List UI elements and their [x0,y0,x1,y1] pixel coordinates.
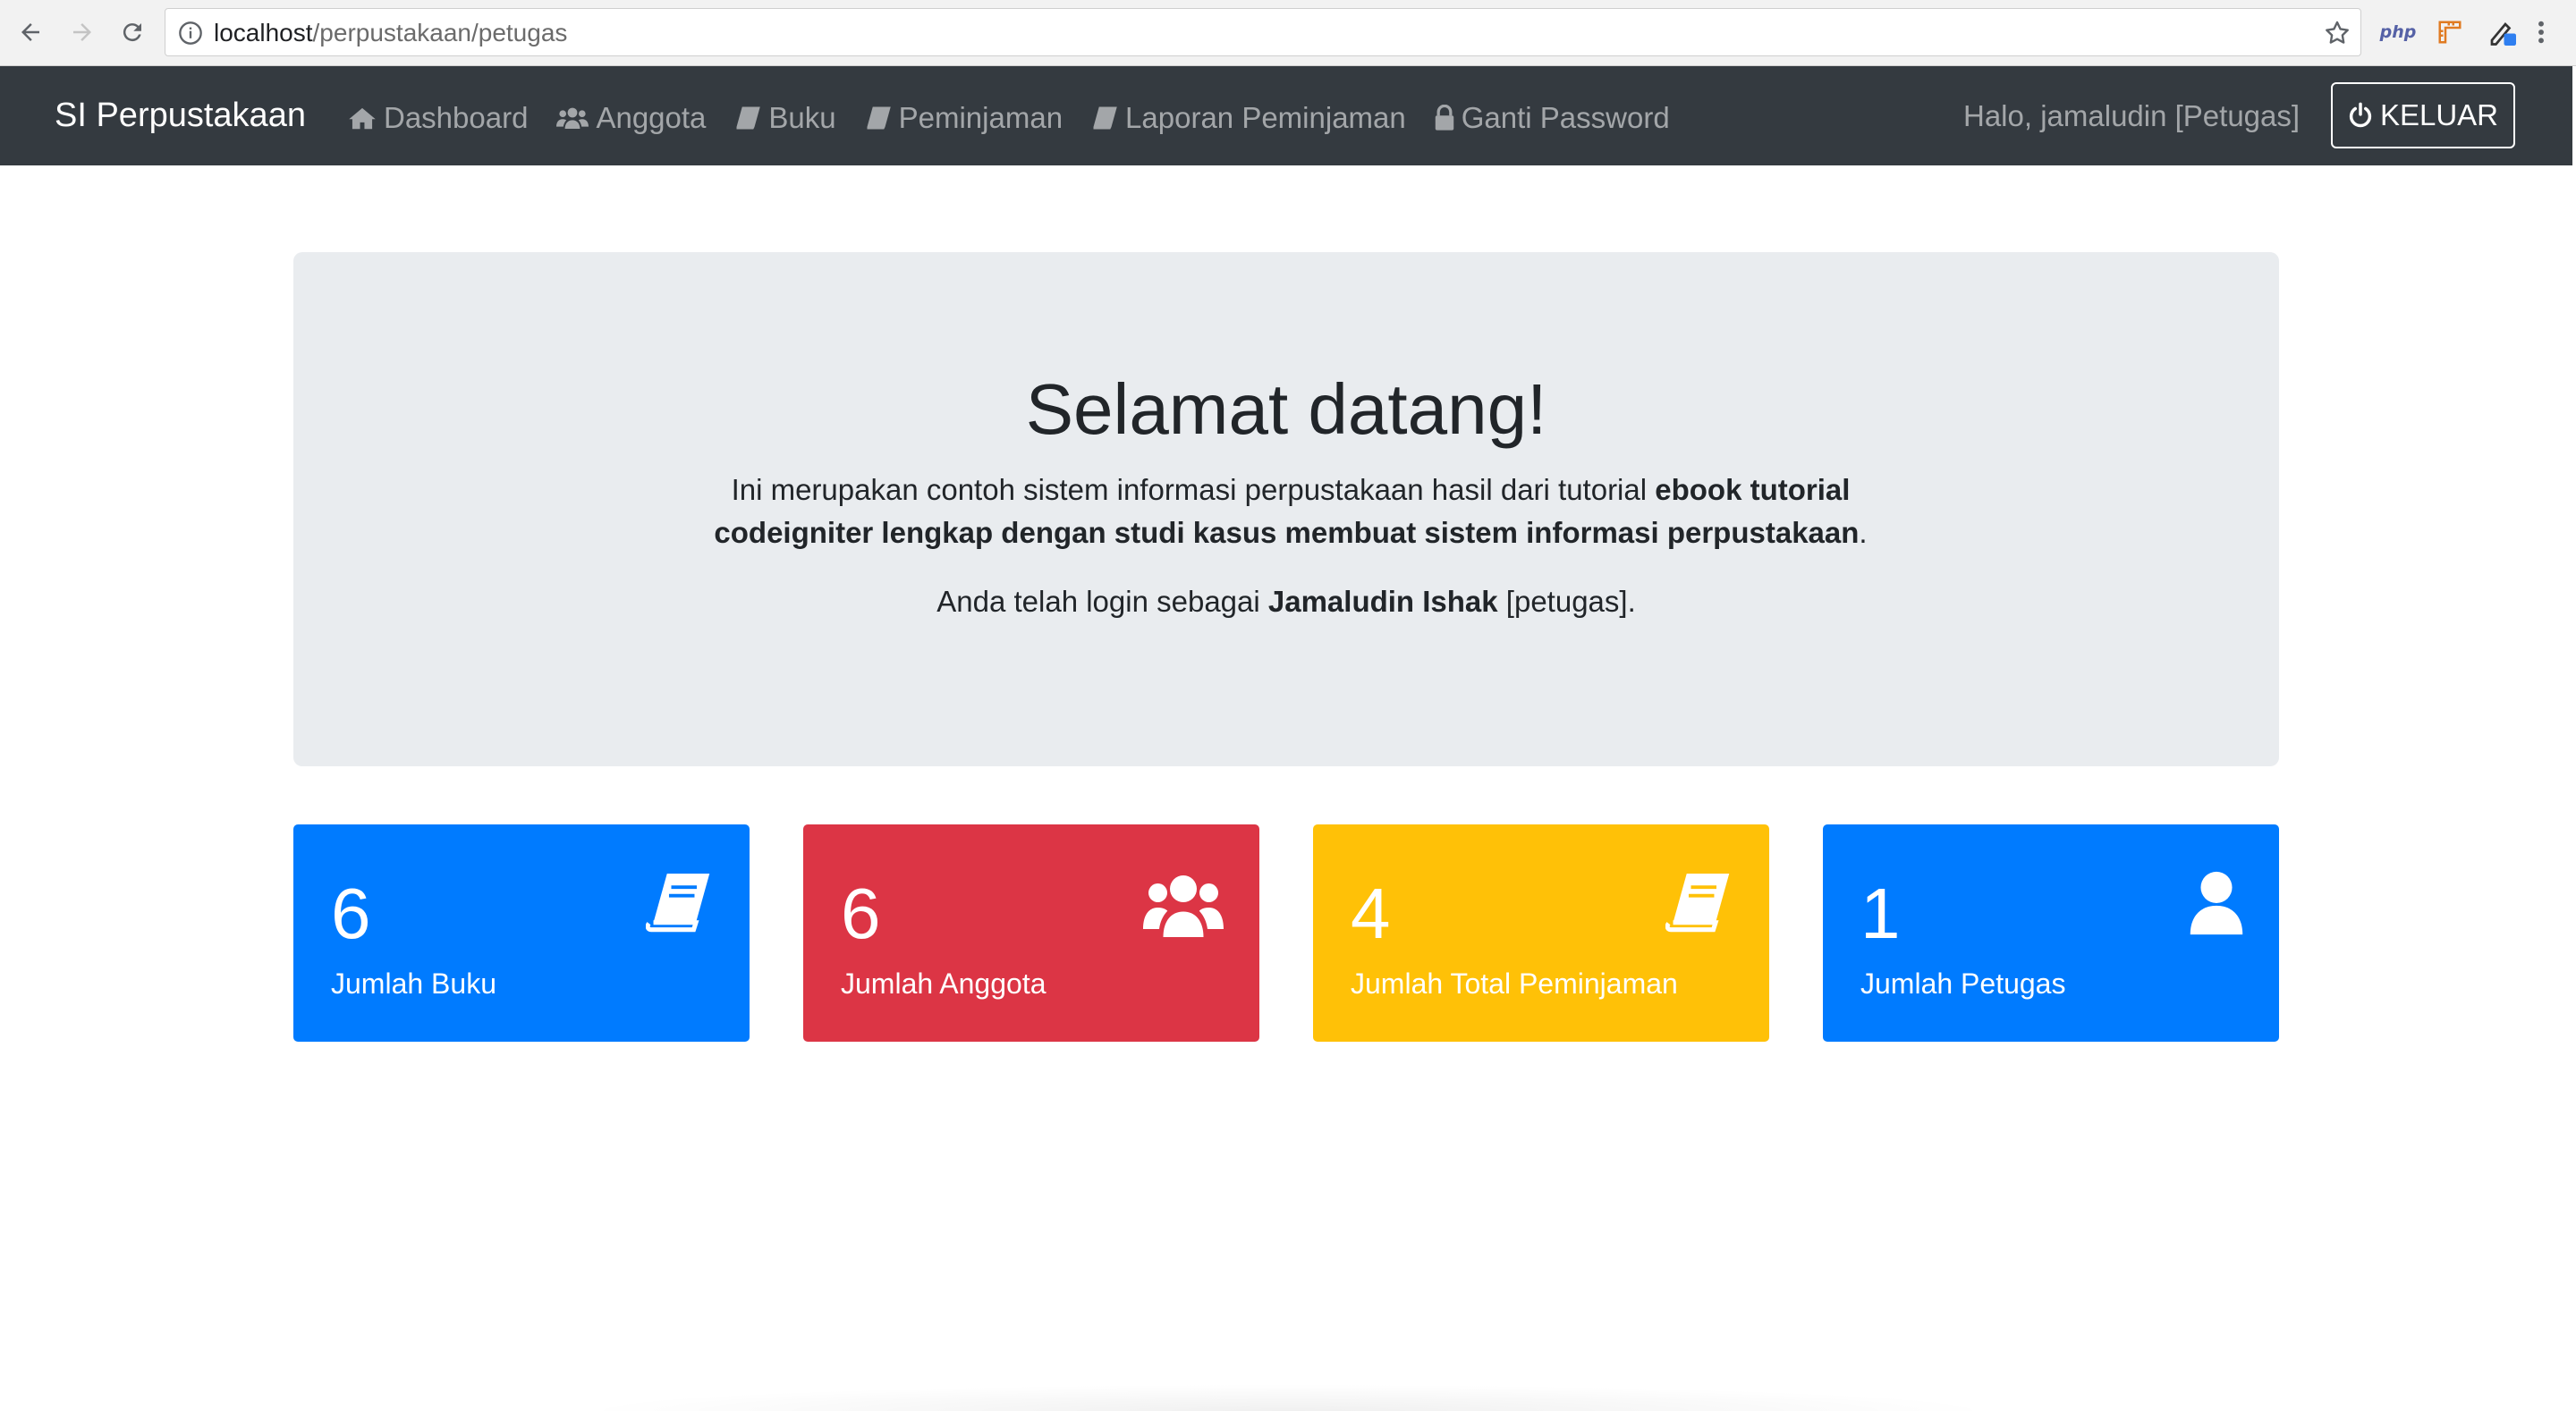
stat-value: 6 [841,874,881,953]
user-greeting: Halo, jamaludin [Petugas] [1963,99,2301,132]
nav-item-label: Buku [768,101,836,134]
reload-icon[interactable] [113,13,152,52]
navbar-menu: Dashboard Anggota Buku Peminjaman Lapora… [348,98,1699,138]
stat-card-peminjaman: 4 Jumlah Total Peminjaman [1313,824,1769,1042]
stat-value: 4 [1351,874,1391,953]
users-icon [1143,875,1224,937]
welcome-jumbotron: Selamat datang! Ini merupakan contoh sis… [293,252,2279,766]
php-extension-icon[interactable]: php [2380,14,2417,50]
nav-item-label: Dashboard [384,101,529,134]
login-name: Jamaludin Ishak [1267,585,1498,618]
stat-label: Jumlah Buku [331,967,496,1000]
book-icon [736,106,761,130]
back-arrow-icon[interactable] [11,13,50,52]
stat-card-buku: 6 Jumlah Buku [293,824,750,1042]
nav-item-ganti-password[interactable]: Ganti Password [1435,100,1670,136]
bookmark-star-icon[interactable] [2323,19,2351,47]
logout-button[interactable]: KELUAR [2331,82,2515,148]
login-prefix: Anda telah login sebagai [936,585,1268,618]
url-path: /perpustakaan/petugas [312,19,568,46]
nav-item-label: Peminjaman [898,101,1063,134]
nav-item-label: Anggota [596,101,707,134]
power-icon [2349,102,2372,128]
lead-end: . [1859,516,1868,549]
stat-label: Jumlah Total Peminjaman [1351,967,1678,1000]
stat-card-petugas: 1 Jumlah Petugas [1823,824,2279,1042]
welcome-title: Selamat datang! [1025,369,1547,449]
stat-value: 6 [331,874,371,953]
url-text: localhost/perpustakaan/petugas [214,20,567,46]
browser-menu-icon[interactable] [2528,14,2555,50]
color-picker-extension-icon[interactable] [2485,14,2521,50]
book-icon [646,873,710,933]
lock-icon [1435,105,1453,131]
address-bar[interactable]: localhost/perpustakaan/petugas [165,8,2361,56]
nav-item-buku[interactable]: Buku [734,100,836,136]
login-info: Anda telah login sebagai Jamaludin Ishak… [293,580,2279,623]
nav-item-label: Ganti Password [1461,101,1670,134]
users-icon [556,107,589,129]
logout-label: KELUAR [2379,98,2499,131]
stat-value: 1 [1860,874,1901,953]
url-host: localhost [214,19,313,46]
browser-toolbar: localhost/perpustakaan/petugas php [0,0,2576,66]
stat-label: Jumlah Anggota [841,967,1046,1000]
nav-item-label: Laporan Peminjaman [1125,101,1406,134]
nav-item-anggota[interactable]: Anggota [556,100,706,136]
lead-text: Ini merupakan contoh sistem informasi pe… [731,473,1656,506]
book-icon [867,106,891,130]
ruler-extension-icon[interactable] [2433,14,2467,50]
book-icon [1093,106,1117,130]
forward-arrow-icon[interactable] [63,13,102,52]
book-icon [1665,873,1730,933]
login-suffix: [petugas]. [1497,585,1636,618]
nav-item-dashboard[interactable]: Dashboard [348,100,528,136]
stat-card-anggota: 6 Jumlah Anggota [803,824,1259,1042]
stat-label: Jumlah Petugas [1860,967,2066,1000]
info-icon[interactable] [178,21,203,46]
home-icon [349,107,376,130]
nav-item-laporan-peminjaman[interactable]: Laporan Peminjaman [1091,100,1406,136]
user-icon [2190,871,2243,935]
nav-item-peminjaman[interactable]: Peminjaman [865,100,1063,136]
page-bottom-shadow [572,1384,2004,1411]
top-navbar: SI Perpustakaan Dashboard Anggota Buku P… [0,66,2572,165]
navbar-brand[interactable]: SI Perpustakaan [55,96,306,135]
welcome-lead: Ini merupakan contoh sistem informasi pe… [687,469,1894,554]
